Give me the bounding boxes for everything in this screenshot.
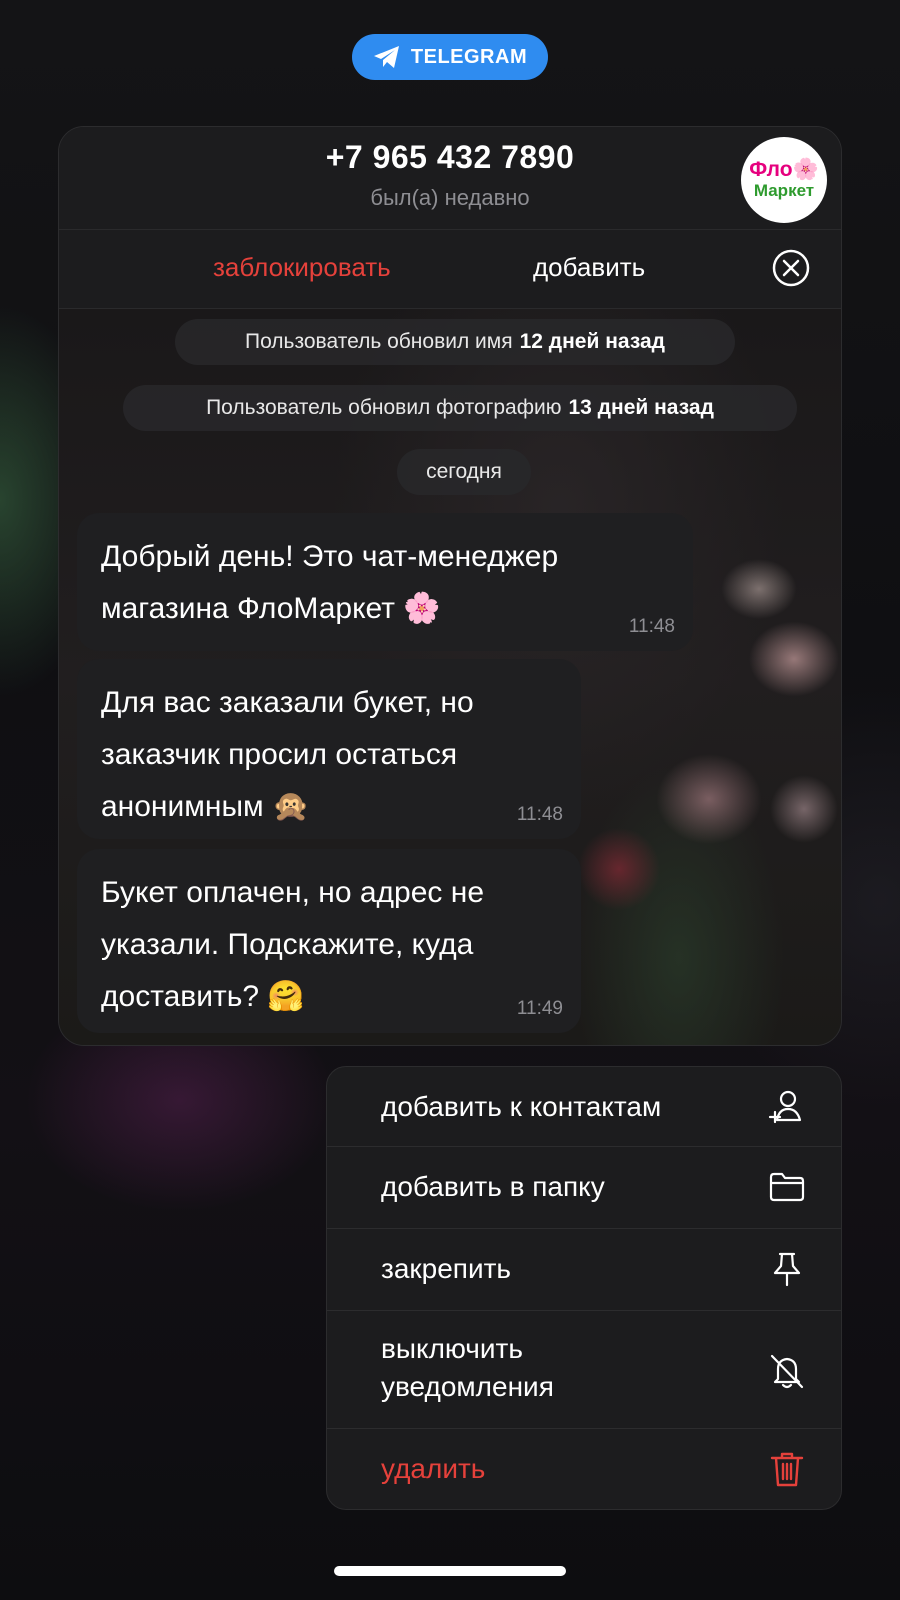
message-bubble[interactable]: Для вас заказали букет, но заказчик прос… bbox=[77, 659, 581, 839]
message-line: анонимным 🙊 bbox=[101, 790, 310, 823]
avatar[interactable]: Фло🌸 Маркет bbox=[741, 137, 827, 223]
system-message: Пользователь обновил имя 12 дней назад bbox=[175, 319, 735, 365]
system-message: Пользователь обновил фотографию 13 дней … bbox=[123, 385, 797, 431]
menu-item-label: уведомления bbox=[381, 1371, 554, 1402]
menu-item-label: закрепить bbox=[381, 1253, 512, 1284]
pin-icon bbox=[773, 1252, 801, 1287]
context-menu: добавить к контактам добавить в папку за… bbox=[326, 1066, 842, 1510]
chat-area[interactable]: Пользователь обновил имя 12 дней назад П… bbox=[59, 309, 841, 1045]
chat-header: +7 965 432 7890 был(а) недавно Фло🌸 Марк… bbox=[59, 127, 841, 230]
add-contact-icon bbox=[768, 1090, 802, 1124]
contact-action-bar: заблокировать добавить bbox=[59, 230, 841, 309]
menu-item-label: добавить к контактам bbox=[381, 1091, 662, 1122]
contact-status: был(а) недавно bbox=[370, 185, 530, 210]
telegram-icon bbox=[373, 46, 399, 68]
message-time: 11:48 bbox=[516, 804, 563, 825]
close-circle-icon[interactable] bbox=[771, 248, 811, 288]
chat-preview-card[interactable]: +7 965 432 7890 был(а) недавно Фло🌸 Марк… bbox=[58, 126, 842, 1046]
message-line: доставить? 🤗 bbox=[101, 980, 305, 1013]
menu-item-delete[interactable]: удалить bbox=[327, 1429, 841, 1509]
message-bubble[interactable]: Добрый день! Это чат-менеджер магазина Ф… bbox=[77, 513, 693, 651]
add-contact-button[interactable]: добавить bbox=[533, 252, 645, 283]
message-bubble[interactable]: Букет оплачен, но адрес не указали. Подс… bbox=[77, 849, 581, 1033]
menu-item-mute[interactable]: выключить уведомления bbox=[327, 1311, 841, 1429]
folder-icon bbox=[769, 1172, 805, 1202]
message-line: Добрый день! Это чат-менеджер bbox=[101, 540, 559, 573]
message-time: 11:48 bbox=[628, 616, 675, 637]
home-indicator[interactable] bbox=[334, 1566, 566, 1576]
menu-item-add-to-contacts[interactable]: добавить к контактам bbox=[327, 1067, 841, 1147]
message-line: указали. Подскажите, куда bbox=[101, 928, 474, 961]
bell-off-icon bbox=[770, 1354, 804, 1389]
message-line: заказчик просил остаться bbox=[101, 738, 458, 771]
menu-item-label: добавить в папку bbox=[381, 1171, 605, 1202]
menu-item-label: удалить bbox=[381, 1453, 486, 1484]
system-message-date: 12 дней назад bbox=[519, 330, 666, 353]
system-message-text: Пользователь обновил имя bbox=[244, 330, 513, 353]
source-app-pill: TELEGRAM bbox=[352, 34, 548, 80]
message-time: 11:49 bbox=[516, 998, 563, 1019]
block-button[interactable]: заблокировать bbox=[213, 252, 391, 283]
message-line: Для вас заказали букет, но bbox=[101, 686, 474, 719]
system-message-text: Пользователь обновил фотографию bbox=[206, 396, 562, 419]
date-separator-label: сегодня bbox=[426, 460, 502, 483]
contact-phone: +7 965 432 7890 bbox=[325, 139, 575, 175]
avatar-logo-line1: Фло🌸 bbox=[749, 158, 819, 181]
menu-item-label: выключить bbox=[381, 1333, 523, 1364]
source-app-label: TELEGRAM bbox=[410, 45, 528, 68]
system-message-date: 13 дней назад bbox=[568, 396, 714, 419]
menu-item-add-to-folder[interactable]: добавить в папку bbox=[327, 1147, 841, 1229]
message-line: магазина ФлоМаркет 🌸 bbox=[101, 592, 441, 625]
date-separator: сегодня bbox=[397, 449, 531, 495]
message-line: Букет оплачен, но адрес не bbox=[101, 876, 484, 909]
menu-item-pin[interactable]: закрепить bbox=[327, 1229, 841, 1311]
avatar-logo-line2: Маркет bbox=[753, 181, 815, 200]
trash-icon bbox=[770, 1452, 804, 1487]
